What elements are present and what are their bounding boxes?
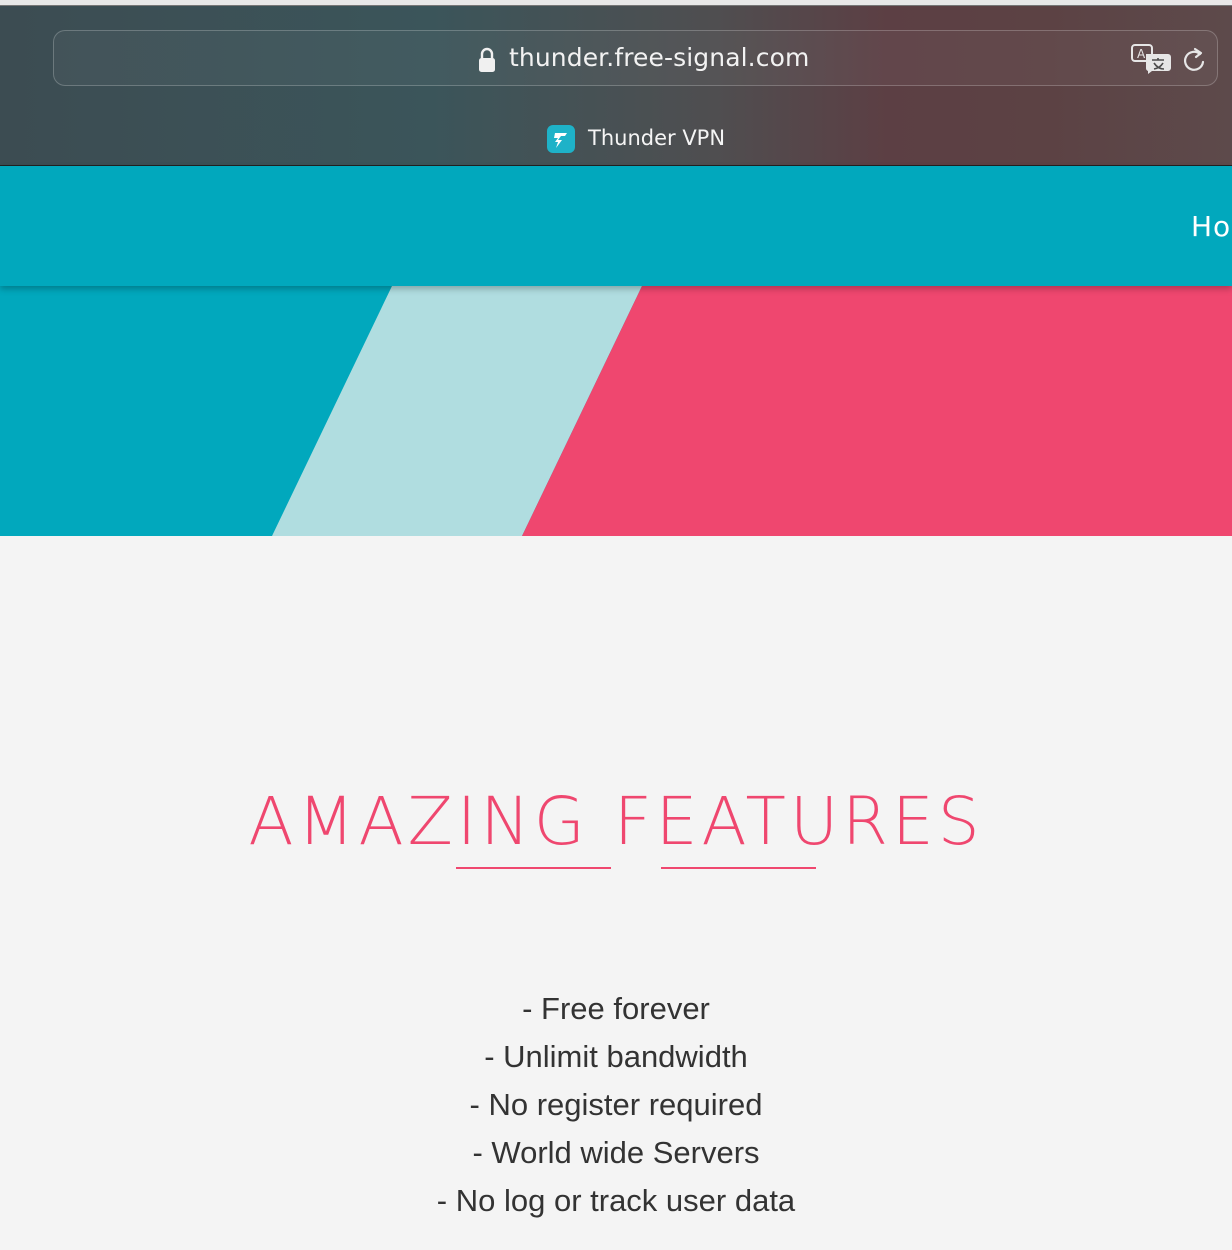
feature-item: - World wide Servers — [472, 1135, 760, 1170]
reload-icon[interactable] — [1182, 46, 1208, 74]
features-list: - Free forever - Unlimit bandwidth - No … — [0, 985, 1232, 1225]
svg-text:A: A — [1137, 47, 1146, 61]
heading-divider-left — [456, 867, 611, 869]
feature-item: - Unlimit bandwidth — [484, 1039, 748, 1074]
lock-icon — [479, 47, 495, 72]
thunder-favicon — [547, 125, 575, 153]
hero-pink-panel — [522, 286, 1232, 536]
browser-toolbar: thunder.free-signal.com A Thunder VPN — [0, 0, 1232, 166]
feature-item: - No register required — [469, 1087, 763, 1122]
thunder-logo-icon — [554, 133, 567, 148]
url-text[interactable]: thunder.free-signal.com — [509, 43, 809, 72]
window-edge — [0, 0, 1232, 6]
feature-item: - No log or track user data — [436, 1183, 796, 1218]
nav-link-home[interactable]: Ho — [1191, 210, 1231, 243]
translate-icon[interactable]: A — [1130, 43, 1172, 75]
features-heading: AMAZING FEATURES — [248, 782, 984, 860]
feature-item: - Free forever — [522, 991, 710, 1026]
heading-divider-right — [661, 867, 816, 869]
hero-banner — [0, 286, 1232, 536]
site-header: Ho — [0, 166, 1232, 286]
tab-title[interactable]: Thunder VPN — [588, 126, 725, 150]
hero-graphic — [0, 286, 1232, 536]
